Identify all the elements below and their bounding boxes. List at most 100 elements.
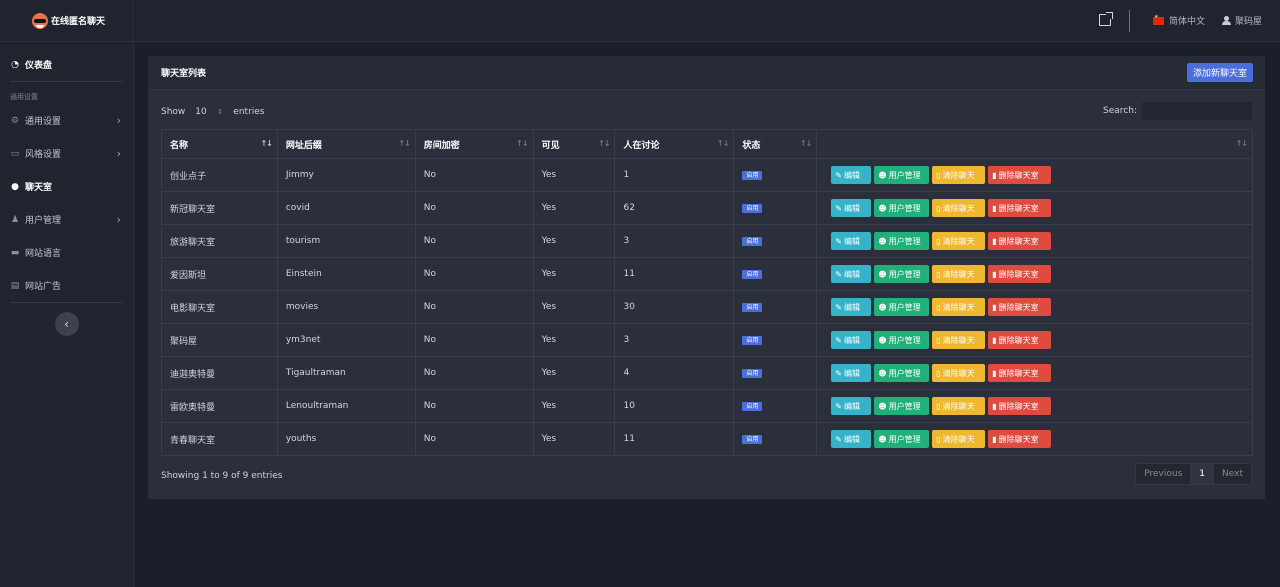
column-header-status[interactable]: 状态 ↑↓ [733,129,818,159]
user-management-button[interactable]: ☻ 用户管理 [874,199,930,217]
edit-icon: ✎ [835,401,842,411]
users-icon: ☻ [878,401,887,411]
column-header-name[interactable]: 名称 ↑↓ [161,129,278,159]
edit-icon: ✎ [835,269,842,279]
cell-slug: covid [276,191,416,225]
divider [1129,10,1130,32]
cell-slug: Einstein [276,257,416,291]
search-input[interactable] [1141,101,1253,121]
table-body: 创业点子 Jimmy No Yes 1 启用 ✎ 编辑 ☻ 用户管理 ▯ 清除聊天 ▮ 删除聊天室 新冠聊天… [161,158,1253,456]
trash-icon: ▯ [936,401,941,411]
edit-button[interactable]: ✎ 编辑 [831,298,872,316]
user-menu[interactable]: 聚码屋 [1222,14,1262,27]
delete-chatroom-button[interactable]: ▮ 删除聊天室 [988,397,1052,415]
card-header: 聊天室列表 添加新聊天室 [148,56,1265,90]
cell-actions: ✎ 编辑 ☻ 用户管理 ▯ 清除聊天 ▮ 删除聊天室 [816,422,1253,456]
clear-chat-button[interactable]: ▯ 清除聊天 [932,199,986,217]
user-management-button[interactable]: ☻ 用户管理 [874,265,930,283]
cell-name: 聚码屋 [161,323,278,357]
edit-button[interactable]: ✎ 编辑 [831,166,872,184]
cell-encrypted: No [414,224,534,258]
delete-chatroom-button[interactable]: ▮ 删除聊天室 [988,232,1052,250]
column-header-slug[interactable]: 网址后缀 ↑↓ [276,129,416,159]
delete-chatroom-button[interactable]: ▮ 删除聊天室 [988,364,1052,382]
user-management-button[interactable]: ☻ 用户管理 [874,397,930,415]
user-management-button[interactable]: ☻ 用户管理 [874,331,930,349]
users-icon: ☻ [878,434,887,444]
cell-slug: movies [276,290,416,324]
trash-icon: ▮ [992,434,997,444]
sidebar-item-general-settings[interactable]: ⚙ 通用设置 › [0,104,133,137]
cell-status: 启用 [733,356,818,390]
status-badge: 启用 [742,171,763,180]
edit-button[interactable]: ✎ 编辑 [831,430,872,448]
search-label: Search: [1103,106,1137,116]
sort-icon: ↑↓ [799,139,812,148]
clear-chat-button[interactable]: ▯ 清除聊天 [932,265,986,283]
sidebar-collapse-button[interactable]: ‹ [54,312,79,336]
trash-icon: ▮ [992,203,997,213]
cell-slug: Lenoultraman [276,389,416,423]
brand[interactable]: 在线匿名聊天 [0,0,133,42]
edit-button[interactable]: ✎ 编辑 [831,364,872,382]
sidebar-item-language[interactable]: ▬ 网站语言 [0,236,133,269]
delete-chatroom-button[interactable]: ▮ 删除聊天室 [988,430,1052,448]
column-header-visible[interactable]: 可见 ↑↓ [532,129,616,159]
clear-chat-button[interactable]: ▯ 清除聊天 [932,397,986,415]
language-selector[interactable]: 简体中文 [1153,14,1205,27]
status-badge: 启用 [742,204,763,213]
trash-icon: ▯ [936,236,941,246]
users-icon: ☻ [878,203,887,213]
cell-encrypted: No [414,323,534,357]
sort-icon: ↑↓ [716,139,729,148]
clear-chat-button[interactable]: ▯ 清除聊天 [932,430,986,448]
external-link-icon[interactable] [1099,12,1113,26]
delete-chatroom-button[interactable]: ▮ 删除聊天室 [988,166,1052,184]
user-management-button[interactable]: ☻ 用户管理 [874,298,930,316]
user-management-button[interactable]: ☻ 用户管理 [874,232,930,250]
clear-chat-button[interactable]: ▯ 清除聊天 [932,166,986,184]
trash-icon: ▯ [936,302,941,312]
cell-encrypted: No [414,257,534,291]
cell-encrypted: No [414,191,534,225]
delete-chatroom-button[interactable]: ▮ 删除聊天室 [988,298,1052,316]
column-header-encrypted[interactable]: 房间加密 ↑↓ [414,129,534,159]
sidebar-item-dashboard[interactable]: ◔ 仪表盘 [0,48,133,81]
user-management-button[interactable]: ☻ 用户管理 [874,364,930,382]
column-header-online[interactable]: 人在讨论 ↑↓ [614,129,735,159]
table-row: 爱因斯坦 Einstein No Yes 11 启用 ✎ 编辑 ☻ 用户管理 ▯ 清除聊天 ▮ 删除聊天室 [161,257,1253,291]
clear-chat-button[interactable]: ▯ 清除聊天 [932,232,986,250]
clear-chat-button[interactable]: ▯ 清除聊天 [932,364,986,382]
clear-chat-button[interactable]: ▯ 清除聊天 [932,331,986,349]
cell-encrypted: No [414,158,534,192]
page-1-button[interactable]: 1 [1191,464,1215,484]
sidebar-item-users[interactable]: ♟ 用户管理 › [0,203,133,236]
edit-button[interactable]: ✎ 编辑 [831,265,872,283]
chatroom-table: 名称 ↑↓ 网址后缀 ↑↓ 房间加密 ↑↓ 可见 ↑↓ 人在讨论 ↑↓ 状态 ↑↓ ↑↓ 创… [161,129,1253,456]
edit-button[interactable]: ✎ 编辑 [831,397,872,415]
delete-chatroom-button[interactable]: ▮ 删除聊天室 [988,331,1052,349]
cell-slug: ym3net [276,323,416,357]
cell-name: 青春聊天室 [161,422,278,456]
sidebar-item-label: 聊天室 [25,183,53,193]
sidebar-item-style-settings[interactable]: ▭ 风格设置 › [0,137,133,170]
clear-chat-button[interactable]: ▯ 清除聊天 [932,298,986,316]
cell-slug: Tigaultraman [276,356,416,390]
edit-button[interactable]: ✎ 编辑 [831,199,872,217]
edit-button[interactable]: ✎ 编辑 [831,331,872,349]
sidebar-item-ads[interactable]: ▤ 网站广告 [0,269,133,302]
add-chatroom-button[interactable]: 添加新聊天室 [1186,63,1253,82]
previous-button[interactable]: Previous [1136,464,1192,484]
next-button[interactable]: Next [1214,464,1251,484]
user-management-button[interactable]: ☻ 用户管理 [874,430,930,448]
sidebar-item-chatrooms[interactable]: ● 聊天室 [0,170,133,203]
delete-chatroom-button[interactable]: ▮ 删除聊天室 [988,265,1052,283]
delete-chatroom-button[interactable]: ▮ 删除聊天室 [988,199,1052,217]
sort-icon: ↑↓ [1235,139,1248,148]
status-badge: 启用 [742,336,763,345]
column-header-actions[interactable]: ↑↓ [816,129,1253,159]
user-management-button[interactable]: ☻ 用户管理 [874,166,930,184]
status-badge: 启用 [742,303,763,312]
edit-button[interactable]: ✎ 编辑 [831,232,872,250]
entries-select[interactable]: 10 ⇕ [190,104,229,120]
